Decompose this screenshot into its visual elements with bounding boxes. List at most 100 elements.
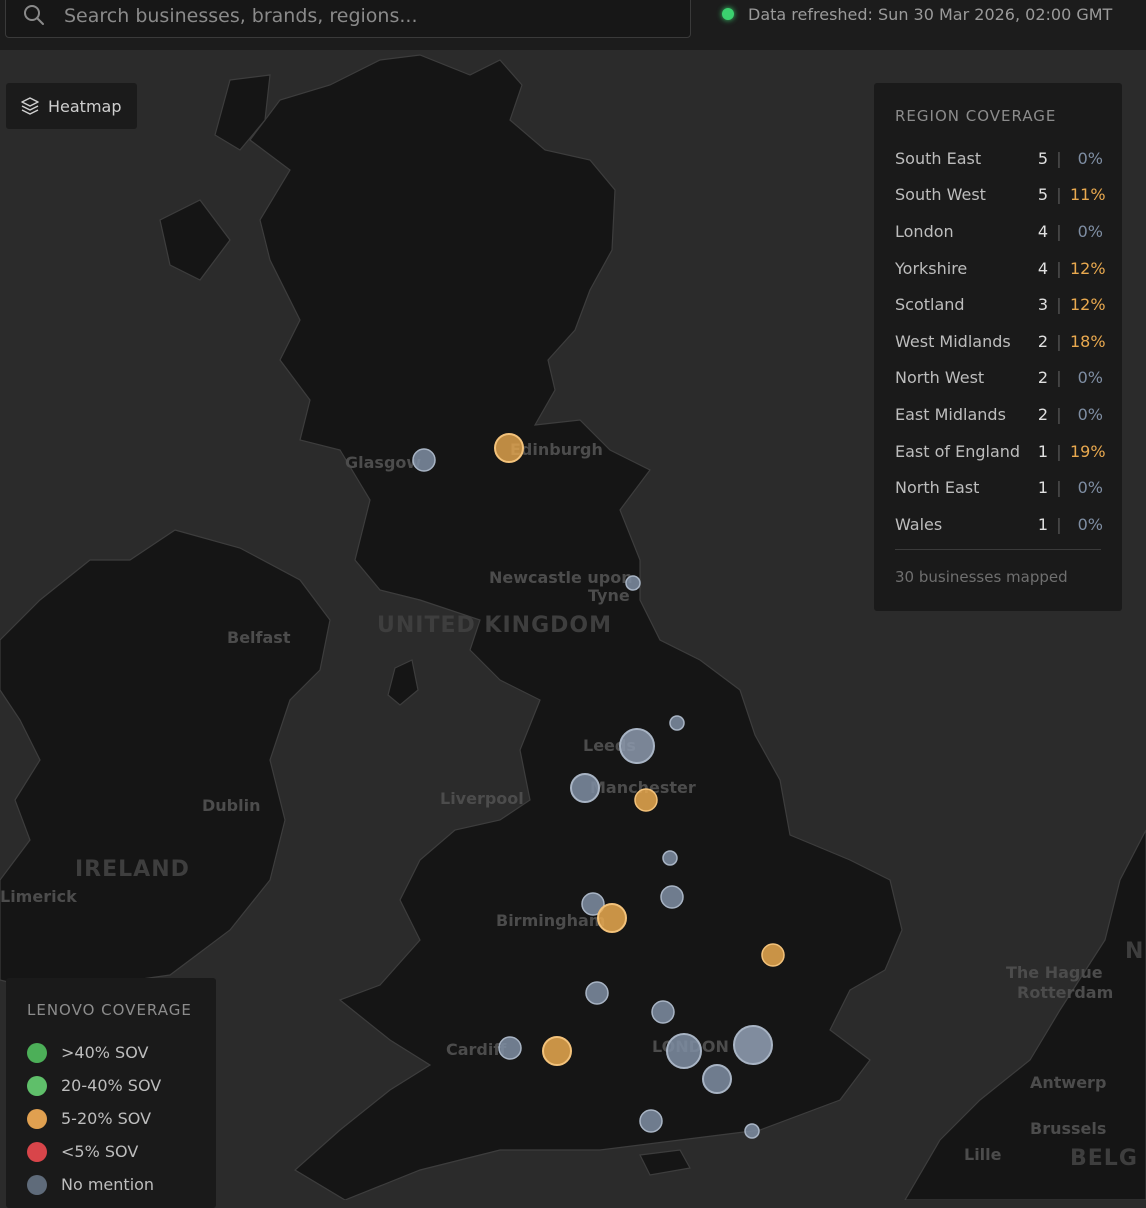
region-row[interactable]: North East 1 | 0% [895, 469, 1103, 506]
business-marker[interactable] [669, 715, 685, 731]
region-pct: 0% [1077, 221, 1103, 241]
region-count: 2 [1037, 368, 1048, 388]
city-label-dublin: Dublin [202, 796, 260, 815]
legend-label: >40% SOV [61, 1043, 149, 1062]
region-list: South East 5 | 0% South West 5 | 11% London 4 | 0… [895, 140, 1106, 543]
business-marker[interactable] [702, 1064, 732, 1094]
city-label-limerick: Limerick [0, 887, 77, 906]
business-marker[interactable] [498, 1036, 522, 1060]
region-pct: 0% [1077, 514, 1103, 534]
region-row[interactable]: West Midlands 2 | 18% [895, 323, 1106, 360]
city-label-belfast: Belfast [227, 628, 291, 647]
city-label-edinburgh: Edinburgh [510, 440, 603, 459]
legend-dot-icon [27, 1042, 47, 1063]
business-marker[interactable] [570, 773, 600, 803]
city-label-glasgow: Glasgow [345, 453, 421, 472]
legend-title: LENOVO COVERAGE [27, 1001, 192, 1019]
region-count: 5 [1037, 185, 1048, 205]
region-count: 1 [1037, 514, 1048, 534]
business-marker[interactable] [666, 1033, 702, 1069]
data-refresh-status: Data refreshed: Sun 30 Mar 2026, 02:00 G… [722, 0, 1112, 28]
business-marker[interactable] [634, 788, 658, 812]
legend-label: No mention [61, 1175, 155, 1194]
city-label-brussels: Brussels [1030, 1119, 1106, 1138]
region-row[interactable]: North West 2 | 0% [895, 360, 1103, 397]
legend-item: 20-40% SOV [27, 1069, 161, 1102]
heatmap-label: Heatmap [48, 96, 122, 116]
region-row[interactable]: Yorkshire 4 | 12% [895, 250, 1106, 287]
business-marker[interactable] [639, 1109, 663, 1133]
region-separator: | [1056, 185, 1062, 205]
legend-dot-icon [27, 1141, 47, 1162]
region-row[interactable]: East of England 1 | 19% [895, 433, 1106, 470]
region-row[interactable]: Scotland 3 | 12% [895, 286, 1106, 323]
region-separator: | [1056, 441, 1062, 461]
country-label-nl: NL [1125, 939, 1146, 964]
region-name: Yorkshire [895, 258, 968, 278]
region-coverage-title: REGION COVERAGE [895, 107, 1057, 125]
city-label-newcastle-1: Newcastle upon [489, 568, 633, 587]
business-marker[interactable] [660, 885, 684, 909]
business-marker[interactable] [651, 1000, 675, 1024]
city-label-liverpool: Liverpool [440, 789, 524, 808]
region-separator: | [1056, 258, 1062, 278]
top-bar: Data refreshed: Sun 30 Mar 2026, 02:00 G… [0, 0, 1146, 51]
region-separator: | [1056, 478, 1062, 498]
city-label-cardiff: Cardiff [446, 1040, 507, 1059]
search-box[interactable] [5, 0, 691, 38]
business-marker[interactable] [585, 981, 609, 1005]
business-marker[interactable] [662, 850, 678, 866]
region-count: 2 [1037, 331, 1048, 351]
region-pct: 0% [1077, 368, 1103, 388]
businesses-mapped-count: 30 businesses mapped [895, 568, 1068, 586]
search-input[interactable] [62, 1, 676, 31]
legend-label: <5% SOV [61, 1142, 139, 1161]
business-marker[interactable] [625, 575, 641, 591]
layers-icon [21, 97, 39, 115]
heatmap-toggle-button[interactable]: Heatmap [6, 83, 137, 129]
status-dot-icon [722, 8, 734, 20]
coverage-legend: LENOVO COVERAGE >40% SOV 20-40% SOV 5-20… [6, 978, 216, 1208]
region-name: Scotland [895, 295, 965, 315]
legend-item: 5-20% SOV [27, 1102, 161, 1135]
business-marker[interactable] [744, 1123, 760, 1139]
region-pct: 0% [1077, 148, 1103, 168]
region-name: East Midlands [895, 404, 1006, 424]
city-label-rotterdam: Rotterdam [1017, 983, 1113, 1002]
region-name: West Midlands [895, 331, 1011, 351]
region-separator: | [1056, 148, 1062, 168]
legend-dot-icon [27, 1174, 47, 1195]
region-row[interactable]: South West 5 | 11% [895, 177, 1106, 214]
legend-label: 5-20% SOV [61, 1109, 152, 1128]
search-icon [24, 5, 44, 25]
legend-item: <5% SOV [27, 1135, 161, 1168]
region-separator: | [1056, 295, 1062, 315]
legend-dot-icon [27, 1075, 47, 1096]
region-name: North West [895, 368, 985, 388]
region-separator: | [1056, 368, 1062, 388]
region-row[interactable]: East Midlands 2 | 0% [895, 396, 1103, 433]
business-marker[interactable] [733, 1025, 773, 1065]
region-count: 2 [1037, 404, 1048, 424]
business-marker[interactable] [619, 728, 655, 764]
city-label-antwerp: Antwerp [1030, 1073, 1106, 1092]
business-marker[interactable] [542, 1036, 572, 1066]
business-marker[interactable] [597, 903, 627, 933]
business-marker[interactable] [412, 448, 436, 472]
business-marker[interactable] [494, 433, 524, 463]
legend-item: >40% SOV [27, 1036, 161, 1069]
country-label-uk: UNITED KINGDOM [377, 613, 612, 638]
business-marker[interactable] [761, 943, 785, 967]
region-row[interactable]: London 4 | 0% [895, 213, 1103, 250]
region-pct: 11% [1070, 185, 1106, 205]
region-count: 1 [1037, 441, 1048, 461]
region-pct: 19% [1070, 441, 1106, 461]
region-count: 3 [1037, 295, 1048, 315]
region-row[interactable]: South East 5 | 0% [895, 140, 1103, 177]
region-pct: 12% [1070, 258, 1106, 278]
region-separator: | [1056, 514, 1062, 534]
legend-label: 20-40% SOV [61, 1076, 162, 1095]
region-count: 5 [1037, 148, 1048, 168]
region-row[interactable]: Wales 1 | 0% [895, 506, 1103, 543]
region-pct: 18% [1070, 331, 1106, 351]
